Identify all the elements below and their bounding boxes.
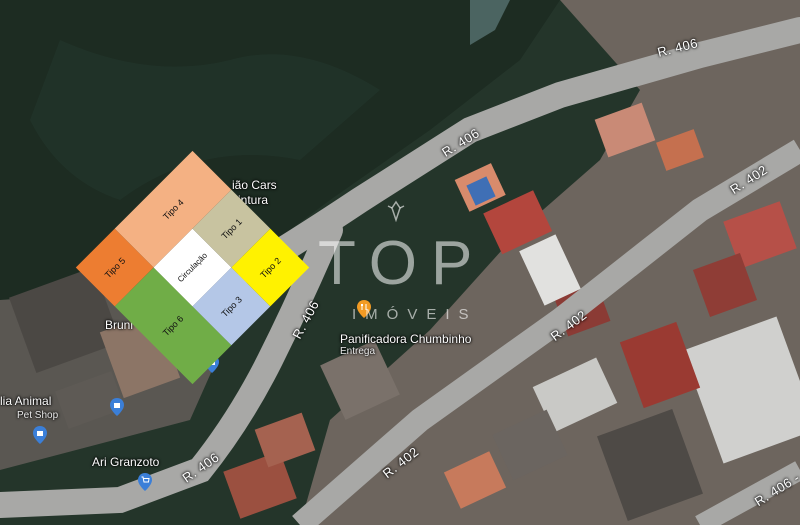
watermark-brand: TOP	[318, 229, 487, 298]
place-label-bakery[interactable]: Panificadora Chumbinho	[340, 332, 471, 346]
place-label-ari-granzoto[interactable]: Ari Granzoto	[92, 455, 159, 469]
place-label-bakery-sub: Entrega	[340, 346, 376, 357]
shopping-bag-pin-icon[interactable]	[33, 426, 47, 444]
cart-pin-icon[interactable]	[138, 473, 152, 491]
place-label-pet-category: Pet Shop	[17, 410, 59, 421]
watermark-tagline: IMÓVEIS	[352, 306, 478, 323]
place-label-pet-shop[interactable]: lia Animal	[0, 394, 51, 408]
floor-plan-overlay: Tipo 5 Tipo 4 Tipo 6 Circulação Tipo 1 T…	[75, 150, 310, 385]
top-imoveis-logo-icon	[387, 200, 405, 222]
shopping-bag-pin-icon[interactable]	[110, 398, 124, 416]
floor-plan-grid: Tipo 5 Tipo 4 Tipo 6 Circulação Tipo 1 T…	[75, 150, 310, 385]
